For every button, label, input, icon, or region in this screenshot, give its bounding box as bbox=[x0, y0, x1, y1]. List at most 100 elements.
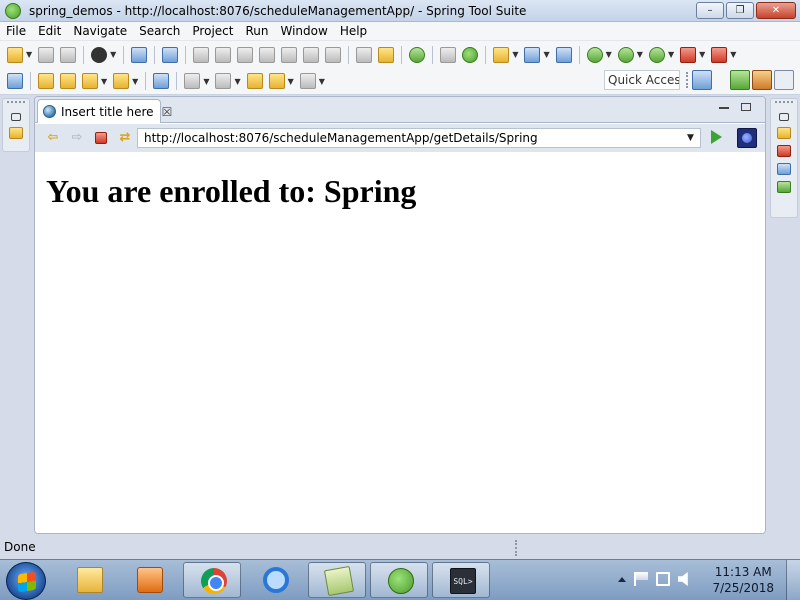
taskbar-sql-client[interactable]: SQL> bbox=[432, 562, 490, 598]
close-tab-icon[interactable]: ☒ bbox=[162, 105, 173, 119]
save-icon[interactable] bbox=[38, 46, 55, 63]
close-button[interactable]: ✕ bbox=[756, 2, 796, 19]
task-dropdown-icon[interactable]: ▼ bbox=[101, 77, 107, 86]
forward-icon[interactable] bbox=[299, 73, 316, 89]
network-icon[interactable] bbox=[656, 572, 670, 586]
tab-insert-title-here[interactable]: Insert title here ☒ bbox=[37, 99, 172, 123]
run-coverage-icon[interactable] bbox=[648, 46, 665, 63]
debug-perspective-icon[interactable] bbox=[752, 70, 772, 90]
menu-file[interactable]: File bbox=[0, 24, 32, 38]
stop-dropdown-icon[interactable]: ▼ bbox=[699, 50, 705, 59]
menu-window[interactable]: Window bbox=[274, 24, 333, 38]
next-annotation-icon[interactable] bbox=[184, 73, 201, 89]
skip-breakpoints-icon[interactable] bbox=[162, 46, 179, 63]
minimize-icon[interactable] bbox=[719, 103, 729, 109]
relaunch-icon[interactable] bbox=[711, 46, 728, 63]
spring-starter-dropdown-icon[interactable]: ▼ bbox=[543, 50, 549, 59]
previous-annotation-dropdown-icon[interactable]: ▼ bbox=[234, 77, 240, 86]
back-dropdown-icon[interactable]: ▼ bbox=[288, 77, 294, 86]
search-icon[interactable] bbox=[555, 46, 572, 63]
taskbar-internet-explorer[interactable] bbox=[246, 562, 304, 598]
resume-icon[interactable] bbox=[193, 46, 210, 63]
previous-annotation-icon[interactable] bbox=[215, 73, 232, 89]
new-dropdown-icon[interactable]: ▼ bbox=[26, 50, 32, 59]
menu-project[interactable]: Project bbox=[186, 24, 239, 38]
new-project-icon[interactable] bbox=[493, 46, 510, 63]
menu-navigate[interactable]: Navigate bbox=[67, 24, 133, 38]
menu-help[interactable]: Help bbox=[334, 24, 373, 38]
tasks-icon[interactable] bbox=[777, 181, 791, 193]
quick-access-input[interactable]: Quick Access bbox=[604, 70, 680, 90]
relaunch-dropdown-icon[interactable]: ▼ bbox=[730, 50, 736, 59]
profile-dropdown-icon[interactable]: ▼ bbox=[110, 50, 116, 59]
servers-icon[interactable] bbox=[777, 163, 791, 175]
taskbar-spring-tool-suite[interactable] bbox=[370, 562, 428, 598]
taskbar-chrome[interactable] bbox=[183, 562, 241, 598]
forward-arrow-icon[interactable]: ⇨ bbox=[69, 131, 85, 145]
system-clock[interactable]: 11:13 AM 7/25/2018 bbox=[712, 564, 774, 596]
spring-perspective-icon[interactable] bbox=[774, 70, 794, 90]
new-project-dropdown-icon[interactable]: ▼ bbox=[512, 50, 518, 59]
boot-dashboard-icon[interactable] bbox=[409, 46, 426, 63]
open-task-icon[interactable] bbox=[82, 73, 98, 89]
coverage-dropdown-icon[interactable]: ▼ bbox=[668, 50, 674, 59]
restore-icon[interactable] bbox=[779, 113, 789, 121]
step-over-icon[interactable] bbox=[303, 46, 320, 63]
last-edit-location-icon[interactable] bbox=[246, 73, 263, 89]
volume-muted-icon[interactable] bbox=[678, 572, 688, 586]
refresh-icon[interactable]: ⇄ bbox=[117, 131, 133, 145]
disconnect-icon[interactable] bbox=[259, 46, 276, 63]
save-all-icon[interactable] bbox=[60, 46, 77, 63]
minimize-button[interactable]: – bbox=[696, 2, 724, 19]
new-spring-starter-icon[interactable] bbox=[524, 46, 541, 63]
maximize-icon[interactable] bbox=[741, 103, 751, 111]
show-hidden-icons-icon[interactable] bbox=[618, 576, 626, 582]
open-folder-icon[interactable] bbox=[60, 73, 76, 89]
menu-run[interactable]: Run bbox=[239, 24, 274, 38]
taskbar-notes[interactable] bbox=[308, 562, 366, 598]
open-type-icon[interactable] bbox=[38, 73, 54, 89]
package-explorer-icon[interactable] bbox=[9, 127, 23, 139]
menu-edit[interactable]: Edit bbox=[32, 24, 67, 38]
taskbar-explorer[interactable] bbox=[60, 562, 118, 598]
open-perspective-icon[interactable] bbox=[692, 70, 712, 90]
restore-icon[interactable] bbox=[11, 113, 21, 121]
go-icon[interactable] bbox=[711, 130, 722, 144]
spell-check-icon[interactable] bbox=[7, 73, 23, 89]
step-return-icon[interactable] bbox=[325, 46, 342, 63]
toggle-source-icon[interactable] bbox=[440, 46, 457, 63]
java-ee-perspective-icon[interactable] bbox=[730, 70, 750, 90]
resource-dropdown-icon[interactable]: ▼ bbox=[132, 77, 138, 86]
terminate-icon[interactable] bbox=[237, 46, 254, 63]
suspend-icon[interactable] bbox=[215, 46, 232, 63]
spring-bean-icon[interactable] bbox=[378, 46, 395, 63]
problems-icon[interactable] bbox=[777, 145, 791, 157]
run-dropdown-icon[interactable]: ▼ bbox=[637, 50, 643, 59]
open-resource-icon[interactable] bbox=[113, 73, 130, 89]
step-into-icon[interactable] bbox=[281, 46, 298, 63]
trim-drag-handle[interactable] bbox=[775, 101, 793, 107]
taskbar-media-player[interactable] bbox=[120, 562, 178, 598]
debug-dropdown-icon[interactable]: ▼ bbox=[606, 50, 612, 59]
start-button[interactable] bbox=[6, 562, 46, 600]
outline-icon[interactable] bbox=[777, 127, 791, 139]
web-browser-icon[interactable] bbox=[153, 73, 170, 89]
stop-icon[interactable] bbox=[95, 132, 107, 144]
debug-icon[interactable] bbox=[586, 46, 603, 63]
action-center-flag-icon[interactable] bbox=[634, 572, 648, 586]
back-icon[interactable] bbox=[268, 73, 285, 89]
toolbar-drag-handle[interactable] bbox=[686, 72, 688, 88]
show-desktop-button[interactable] bbox=[786, 560, 800, 600]
new-icon[interactable] bbox=[7, 46, 23, 63]
eclipse-icon[interactable] bbox=[737, 128, 757, 148]
forward-dropdown-icon[interactable]: ▼ bbox=[319, 77, 325, 86]
console-icon[interactable] bbox=[131, 46, 148, 63]
stop-icon[interactable] bbox=[680, 46, 697, 63]
restore-button[interactable]: ❐ bbox=[726, 2, 754, 19]
run-icon[interactable] bbox=[617, 46, 634, 63]
url-input[interactable]: http://localhost:8076/scheduleManagement… bbox=[137, 128, 701, 148]
next-annotation-dropdown-icon[interactable]: ▼ bbox=[203, 77, 209, 86]
back-arrow-icon[interactable]: ⇦ bbox=[45, 131, 61, 145]
profile-icon[interactable] bbox=[91, 46, 108, 63]
menu-search[interactable]: Search bbox=[133, 24, 186, 38]
